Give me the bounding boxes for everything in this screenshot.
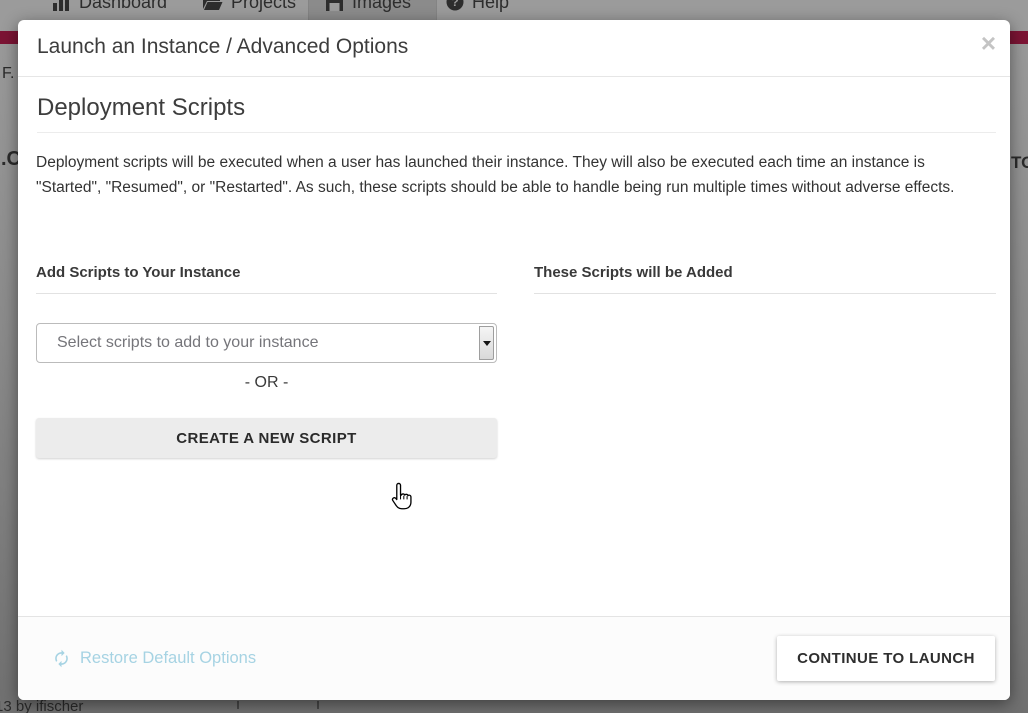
modal-header: Launch an Instance / Advanced Options × xyxy=(18,20,1010,77)
background-text-fragment: TO xyxy=(1011,153,1028,173)
nav-tab-label: Projects xyxy=(231,0,296,13)
modal-title: Launch an Instance / Advanced Options xyxy=(37,35,408,59)
add-scripts-heading: Add Scripts to Your Instance xyxy=(36,264,497,294)
background-text-fragment: F. xyxy=(2,65,14,83)
background-nav-row: Dashboard Projects Images xyxy=(0,0,1028,21)
background-text-fragment: 13 by ifischer xyxy=(0,698,83,713)
dropdown-arrow-icon xyxy=(479,326,494,360)
nav-tab-label: Images xyxy=(352,0,411,13)
create-script-button[interactable]: CREATE A NEW SCRIPT xyxy=(36,418,497,458)
modal-body: Deployment Scripts Deployment scripts wi… xyxy=(18,93,1010,458)
or-separator: - OR - xyxy=(36,372,497,394)
modal-footer: Restore Default Options CONTINUE TO LAUN… xyxy=(18,616,1010,700)
added-scripts-column: These Scripts will be Added xyxy=(534,264,996,458)
add-scripts-column: Add Scripts to Your Instance Select scri… xyxy=(36,264,497,458)
scripts-select[interactable]: Select scripts to add to your instance xyxy=(36,323,497,363)
nav-tab-label: Dashboard xyxy=(79,0,167,13)
advanced-options-modal: Launch an Instance / Advanced Options × … xyxy=(18,20,1010,700)
continue-to-launch-button[interactable]: CONTINUE TO LAUNCH xyxy=(777,636,995,681)
column-gap xyxy=(497,264,534,458)
scripts-select-value: Select scripts to add to your instance xyxy=(57,334,318,352)
bar-chart-icon xyxy=(52,0,71,12)
background-artifact xyxy=(317,701,319,709)
help-circle-icon: ? xyxy=(446,0,464,11)
hand-cursor-icon xyxy=(386,481,416,513)
scripts-columns: Add Scripts to Your Instance Select scri… xyxy=(36,264,996,458)
deployment-scripts-heading: Deployment Scripts xyxy=(37,93,996,133)
deployment-scripts-description: Deployment scripts will be executed when… xyxy=(36,150,986,200)
svg-text:?: ? xyxy=(451,0,458,9)
restore-defaults-label: Restore Default Options xyxy=(80,649,256,668)
folder-icon xyxy=(202,0,223,12)
restore-defaults-link[interactable]: Restore Default Options xyxy=(52,649,256,668)
added-scripts-heading: These Scripts will be Added xyxy=(534,264,996,294)
screen: Dashboard Projects Images xyxy=(0,0,1028,713)
refresh-icon xyxy=(52,649,71,668)
close-icon[interactable]: × xyxy=(981,30,996,56)
nav-tab-label: Help xyxy=(472,0,509,13)
background-artifact xyxy=(237,701,239,709)
save-icon xyxy=(325,0,344,12)
